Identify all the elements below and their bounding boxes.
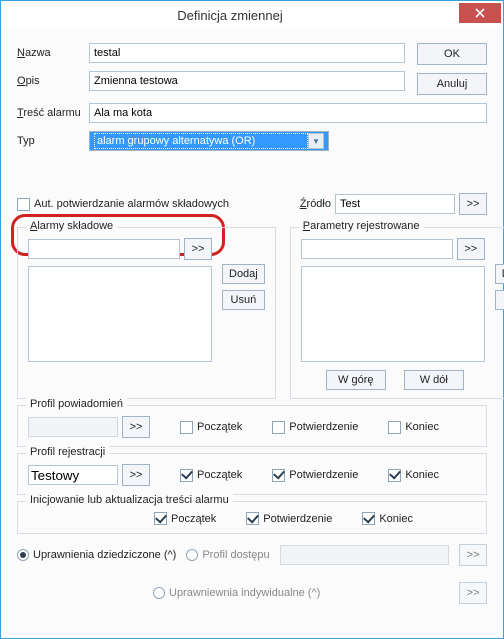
auto-ack-label: Aut. potwierdzanie alarmów składowych [34,198,229,210]
param-input[interactable] [301,239,453,259]
source-label: Źródło [300,198,331,210]
param-browse-button[interactable]: >> [457,238,485,260]
notification-profile-group: Profil powiadomień >> Początek Potwierdz… [17,405,487,447]
notif-confirm-checkbox[interactable]: Potwierdzenie [272,421,358,434]
notification-profile-field[interactable] [28,417,118,437]
reg-start-checkbox[interactable]: Początek [180,469,242,482]
notification-profile-browse-button[interactable]: >> [122,416,150,438]
ok-button[interactable]: OK [417,43,487,65]
init-alarm-text-legend: Inicjowanie lub aktualizacja treści alar… [26,494,233,506]
registration-profile-field[interactable] [28,465,118,485]
name-label: Nazwa [17,47,89,59]
notification-profile-legend: Profil powiadomień [26,398,127,410]
param-remove-button[interactable]: Usuń [495,290,504,310]
init-start-checkbox[interactable]: Początek [154,512,216,525]
individual-perms-browse-button[interactable]: >> [459,582,487,604]
name-input[interactable] [89,43,405,63]
component-alarm-add-button[interactable]: Dodaj [222,264,265,284]
reg-confirm-checkbox[interactable]: Potwierdzenie [272,469,358,482]
registration-profile-browse-button[interactable]: >> [122,464,150,486]
notif-start-checkbox[interactable]: Początek [180,421,242,434]
desc-input[interactable] [89,71,405,91]
desc-label: Opis [17,75,89,87]
init-confirm-checkbox[interactable]: Potwierdzenie [246,512,332,525]
component-alarm-input[interactable] [28,239,180,259]
init-end-checkbox[interactable]: Koniec [362,512,413,525]
type-select[interactable]: alarm grupowy alternatywa (OR) ▾ [89,131,329,151]
source-input[interactable] [335,194,455,214]
params-list[interactable] [301,266,485,362]
source-browse-button[interactable]: >> [459,193,487,215]
close-icon [475,8,485,18]
registered-params-group: Parametry rejestrowane >> W górę W dół [290,227,504,399]
param-down-button[interactable]: W dół [404,370,464,390]
component-alarm-remove-button[interactable]: Usuń [222,290,265,310]
close-button[interactable] [459,3,501,23]
component-alarm-browse-button[interactable]: >> [184,238,212,260]
auto-ack-checkbox[interactable]: Aut. potwierdzanie alarmów składowych [17,198,229,211]
alarm-text-label: Treść alarmu [17,107,89,119]
chevron-down-icon: ▾ [308,133,324,149]
reg-end-checkbox[interactable]: Koniec [388,469,439,482]
checkbox-box [17,198,30,211]
titlebar: Definicja zmiennej [1,1,503,30]
registration-profile-group: Profil rejestracji >> Początek Potwierdz… [17,453,487,495]
variable-definition-dialog: Definicja zmiennej Nazwa Opis OK Anuluj [0,0,504,639]
cancel-button[interactable]: Anuluj [417,73,487,95]
registration-profile-legend: Profil rejestracji [26,446,109,458]
perm-profile-radio[interactable]: Profil dostępu [186,549,269,561]
registered-params-legend: Parametry rejestrowane [299,220,424,232]
param-up-button[interactable]: W górę [326,370,386,390]
type-label: Typ [17,135,89,147]
component-alarms-legend: Alarmy składowe [26,220,117,232]
access-profile-browse-button[interactable]: >> [459,544,487,566]
init-alarm-text-group: Inicjowanie lub aktualizacja treści alar… [17,501,487,534]
window-title: Definicja zmiennej [1,8,459,23]
perm-individual-radio[interactable]: Uprawniewnia indywidualne (^) [153,587,320,599]
type-select-value: alarm grupowy alternatywa (OR) [94,133,308,149]
component-alarms-group: Alarmy składowe >> Dodaj Usuń [17,227,276,399]
component-alarms-list[interactable] [28,266,212,362]
param-add-button[interactable]: Dodaj [495,264,504,284]
access-profile-field [280,545,449,565]
notif-end-checkbox[interactable]: Koniec [388,421,439,434]
perm-inherited-radio[interactable]: Uprawnienia dziedziczone (^) [17,549,176,561]
alarm-text-input[interactable] [89,103,487,123]
